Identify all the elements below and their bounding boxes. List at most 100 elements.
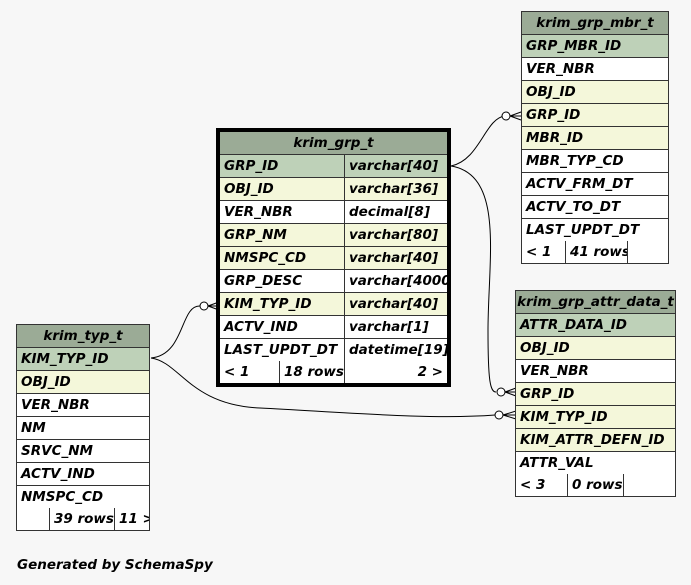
- column-name[interactable]: GRP_ID: [516, 383, 675, 405]
- table-title[interactable]: krim_grp_mbr_t: [522, 12, 668, 35]
- column-name[interactable]: NM: [17, 417, 149, 439]
- table-krim-typ-t[interactable]: krim_typ_t KIM_TYP_ID OBJ_ID VER_NBR NM SRVC…: [16, 324, 150, 531]
- parents-link[interactable]: < 1: [220, 361, 280, 383]
- column-name[interactable]: KIM_TYP_ID: [516, 406, 675, 428]
- column-name[interactable]: KIM_ATTR_DEFN_ID: [516, 429, 675, 451]
- row-count: 18 rows: [280, 361, 345, 383]
- edge-typ-to-grp: [150, 305, 201, 359]
- column-name[interactable]: OBJ_ID: [220, 178, 345, 200]
- column-name[interactable]: ATTR_DATA_ID: [516, 314, 675, 336]
- table-krim-grp-t[interactable]: krim_grp_t GRP_ID varchar[40] OBJ_ID varcha…: [216, 128, 451, 387]
- column-name[interactable]: GRP_NM: [220, 224, 345, 246]
- table-row: MBR_ID: [522, 127, 668, 150]
- column-name[interactable]: MBR_TYP_CD: [522, 150, 668, 172]
- column-name[interactable]: VER_NBR: [516, 360, 675, 382]
- column-name[interactable]: GRP_DESC: [220, 270, 345, 292]
- table-row: GRP_ID: [516, 383, 675, 406]
- column-type: decimal[8]: [345, 201, 447, 223]
- table-row: GRP_MBR_ID: [522, 35, 668, 58]
- table-row: LAST_UPDT_DT: [522, 219, 668, 241]
- row-count: 39 rows: [50, 508, 115, 530]
- edge-end-circle: [501, 111, 511, 121]
- table-footer: < 1 41 rows: [522, 241, 668, 263]
- table-row: OBJ_ID varchar[36]: [220, 178, 447, 201]
- column-name[interactable]: GRP_ID: [220, 155, 345, 177]
- children-link[interactable]: 11 >: [115, 508, 149, 530]
- children-link[interactable]: [624, 474, 675, 496]
- column-type: varchar[40]: [345, 155, 447, 177]
- children-link[interactable]: 2 >: [345, 361, 447, 383]
- table-row: OBJ_ID: [522, 81, 668, 104]
- table-row: ACTV_IND: [17, 463, 149, 486]
- table-row: ACTV_FRM_DT: [522, 173, 668, 196]
- parents-link[interactable]: < 3: [516, 474, 568, 496]
- column-name[interactable]: OBJ_ID: [17, 371, 149, 393]
- row-count: 0 rows: [568, 474, 624, 496]
- column-name[interactable]: GRP_ID: [522, 104, 668, 126]
- column-name[interactable]: VER_NBR: [17, 394, 149, 416]
- column-type: varchar[4000]: [345, 270, 447, 292]
- table-row: GRP_NM varchar[80]: [220, 224, 447, 247]
- edge-end-circle: [199, 301, 209, 311]
- column-name[interactable]: KIM_TYP_ID: [220, 293, 345, 315]
- table-row: GRP_DESC varchar[4000]: [220, 270, 447, 293]
- table-krim-grp-mbr-t[interactable]: krim_grp_mbr_t GRP_MBR_ID VER_NBR OBJ_ID GR…: [521, 11, 669, 264]
- table-row: NMSPC_CD: [17, 486, 149, 508]
- column-type: varchar[80]: [345, 224, 447, 246]
- table-row: VER_NBR: [17, 394, 149, 417]
- table-row: KIM_ATTR_DEFN_ID: [516, 429, 675, 452]
- column-name[interactable]: OBJ_ID: [516, 337, 675, 359]
- column-type: varchar[40]: [345, 293, 447, 315]
- table-row: MBR_TYP_CD: [522, 150, 668, 173]
- table-row: VER_NBR decimal[8]: [220, 201, 447, 224]
- table-row: ACTV_IND varchar[1]: [220, 316, 447, 339]
- table-row: NM: [17, 417, 149, 440]
- column-name[interactable]: ACTV_FRM_DT: [522, 173, 668, 195]
- column-name[interactable]: ACTV_TO_DT: [522, 196, 668, 218]
- edge-grp-to-grp-mbr: [450, 115, 506, 167]
- column-name[interactable]: OBJ_ID: [522, 81, 668, 103]
- table-row: ACTV_TO_DT: [522, 196, 668, 219]
- table-row: KIM_TYP_ID varchar[40]: [220, 293, 447, 316]
- edge-grp-to-grp-attr-data: [450, 165, 497, 393]
- table-row: ATTR_VAL: [516, 452, 675, 474]
- column-name[interactable]: GRP_MBR_ID: [522, 35, 668, 57]
- table-krim-grp-attr-data-t[interactable]: krim_grp_attr_data_t ATTR_DATA_ID OBJ_ID V…: [515, 290, 676, 497]
- table-row: KIM_TYP_ID: [516, 406, 675, 429]
- children-link[interactable]: [628, 241, 668, 263]
- column-name[interactable]: VER_NBR: [220, 201, 345, 223]
- table-row: GRP_ID: [522, 104, 668, 127]
- table-row: NMSPC_CD varchar[40]: [220, 247, 447, 270]
- table-title[interactable]: krim_typ_t: [17, 325, 149, 348]
- column-name[interactable]: ACTV_IND: [220, 316, 345, 338]
- column-name[interactable]: NMSPC_CD: [17, 486, 149, 508]
- column-type: datetime[19]: [345, 339, 447, 361]
- column-type: varchar[1]: [345, 316, 447, 338]
- table-row: ATTR_DATA_ID: [516, 314, 675, 337]
- table-row: VER_NBR: [522, 58, 668, 81]
- table-row: VER_NBR: [516, 360, 675, 383]
- column-name[interactable]: KIM_TYP_ID: [17, 348, 149, 370]
- table-title[interactable]: krim_grp_attr_data_t: [516, 291, 675, 314]
- table-row: GRP_ID varchar[40]: [220, 155, 447, 178]
- parents-link[interactable]: < 1: [522, 241, 566, 263]
- table-row: OBJ_ID: [17, 371, 149, 394]
- column-name[interactable]: VER_NBR: [522, 58, 668, 80]
- column-name[interactable]: LAST_UPDT_DT: [522, 219, 668, 241]
- column-type: varchar[36]: [345, 178, 447, 200]
- column-name[interactable]: ATTR_VAL: [516, 452, 675, 474]
- parents-link[interactable]: [17, 508, 50, 530]
- column-name[interactable]: ACTV_IND: [17, 463, 149, 485]
- column-type: varchar[40]: [345, 247, 447, 269]
- column-name[interactable]: MBR_ID: [522, 127, 668, 149]
- column-name[interactable]: NMSPC_CD: [220, 247, 345, 269]
- table-row: KIM_TYP_ID: [17, 348, 149, 371]
- table-footer: 39 rows 11 >: [17, 508, 149, 530]
- table-title[interactable]: krim_grp_t: [220, 132, 447, 155]
- edge-end-circle: [496, 387, 506, 397]
- table-row: LAST_UPDT_DT datetime[19]: [220, 339, 447, 361]
- row-count: 41 rows: [566, 241, 628, 263]
- column-name[interactable]: LAST_UPDT_DT: [220, 339, 345, 361]
- column-name[interactable]: SRVC_NM: [17, 440, 149, 462]
- edge-end-circle: [494, 410, 504, 420]
